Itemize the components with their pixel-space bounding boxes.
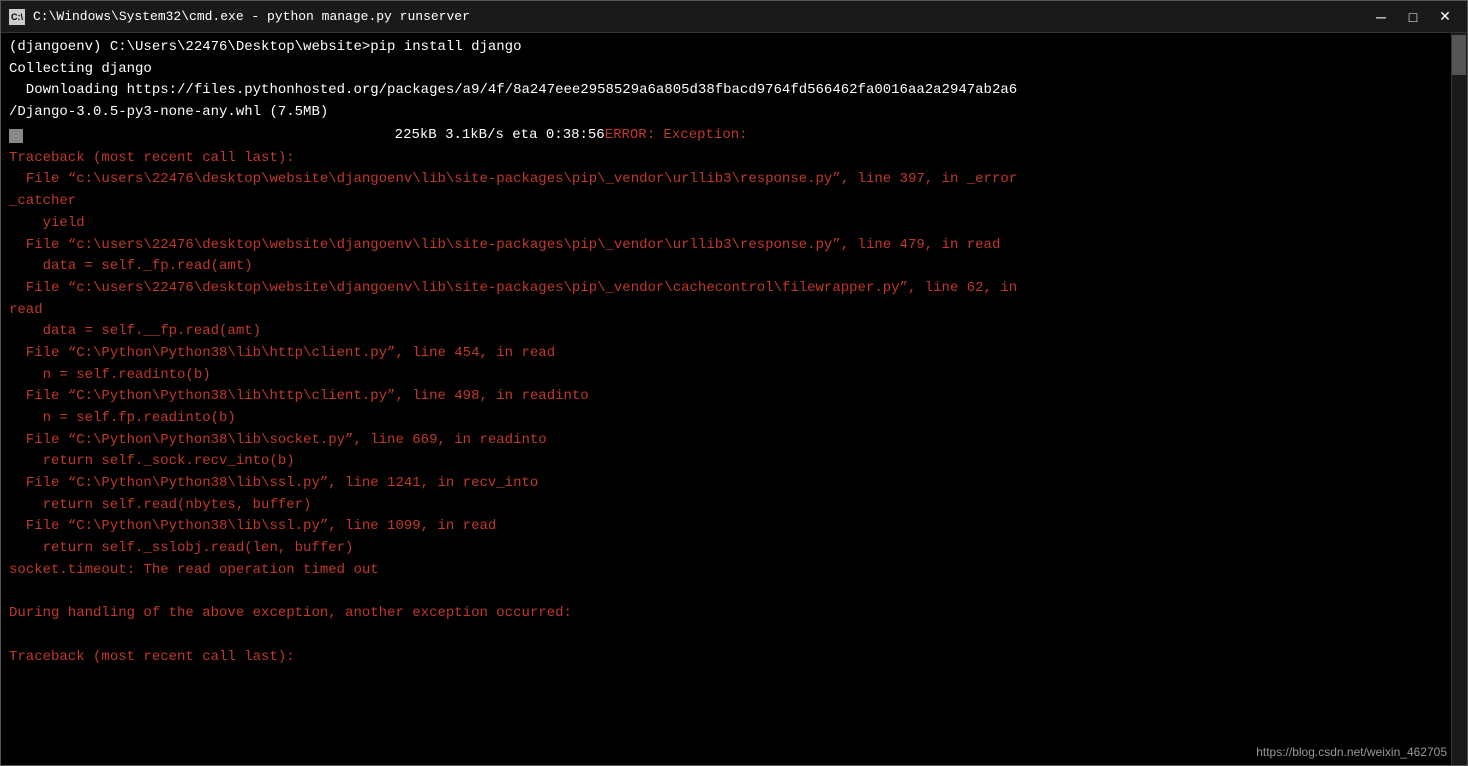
line-21: File “C:\Python\Python38\lib\ssl.py”, li… xyxy=(9,473,1439,495)
line-15: File “C:\Python\Python38\lib\http\client… xyxy=(9,343,1439,365)
title-bar: C:\ C:\Windows\System32\cmd.exe - python… xyxy=(1,1,1467,33)
scrollbar-thumb[interactable] xyxy=(1452,35,1466,75)
line-27: During handling of the above exception, … xyxy=(9,603,1439,625)
line-24: return self._sslobj.read(len, buffer) xyxy=(9,538,1439,560)
line-16: n = self.readinto(b) xyxy=(9,365,1439,387)
line-7: File “c:\users\22476\desktop\website\dja… xyxy=(9,169,1439,191)
title-bar-controls: ─ □ ✕ xyxy=(1367,5,1459,29)
line-13: read xyxy=(9,300,1439,322)
terminal-body: (djangoenv) C:\Users\22476\Desktop\websi… xyxy=(1,33,1467,765)
maximize-button[interactable]: □ xyxy=(1399,5,1427,29)
line-26 xyxy=(9,582,1439,604)
progress-box xyxy=(9,129,23,143)
line-12: File “c:\users\22476\desktop\website\dja… xyxy=(9,278,1439,300)
line-11: data = self._fp.read(amt) xyxy=(9,256,1439,278)
line-22: return self.read(nbytes, buffer) xyxy=(9,495,1439,517)
line-10: File “c:\users\22476\desktop\website\dja… xyxy=(9,235,1439,257)
line-2: Collecting django xyxy=(9,59,1439,81)
line-18: n = self.fp.readinto(b) xyxy=(9,408,1439,430)
line-25: socket.timeout: The read operation timed… xyxy=(9,560,1439,582)
terminal-content: (djangoenv) C:\Users\22476\Desktop\websi… xyxy=(9,37,1459,668)
watermark: https://blog.csdn.net/weixin_462705 xyxy=(1256,745,1447,759)
line-19: File “C:\Python\Python38\lib\socket.py”,… xyxy=(9,430,1439,452)
line-4: /Django-3.0.5-py3-none-any.whl (7.5MB) xyxy=(9,102,1439,124)
title-bar-text: C:\Windows\System32\cmd.exe - python man… xyxy=(33,9,1367,24)
cmd-window: C:\ C:\Windows\System32\cmd.exe - python… xyxy=(0,0,1468,766)
line-6: Traceback (most recent call last): xyxy=(9,148,1439,170)
line-8: _catcher xyxy=(9,191,1439,213)
line-9: yield xyxy=(9,213,1439,235)
line-28 xyxy=(9,625,1439,647)
line-14: data = self.__fp.read(amt) xyxy=(9,321,1439,343)
line-1: (djangoenv) C:\Users\22476\Desktop\websi… xyxy=(9,37,1439,59)
minimize-button[interactable]: ─ xyxy=(1367,5,1395,29)
line-3: Downloading https://files.pythonhosted.o… xyxy=(9,80,1439,102)
progress-text: 225kB 3.1kB/s eta 0:38:56 xyxy=(378,125,605,147)
line-20: return self._sock.recv_into(b) xyxy=(9,451,1439,473)
line-23: File “C:\Python\Python38\lib\ssl.py”, li… xyxy=(9,516,1439,538)
progress-line: 225kB 3.1kB/s eta 0:38:56 ERROR: Excepti… xyxy=(9,125,1439,147)
line-29: Traceback (most recent call last): xyxy=(9,647,1439,669)
cmd-icon: C:\ xyxy=(9,9,25,25)
line-17: File “C:\Python\Python38\lib\http\client… xyxy=(9,386,1439,408)
progress-error: ERROR: Exception: xyxy=(605,125,748,147)
scrollbar[interactable] xyxy=(1451,33,1467,765)
close-button[interactable]: ✕ xyxy=(1431,5,1459,29)
